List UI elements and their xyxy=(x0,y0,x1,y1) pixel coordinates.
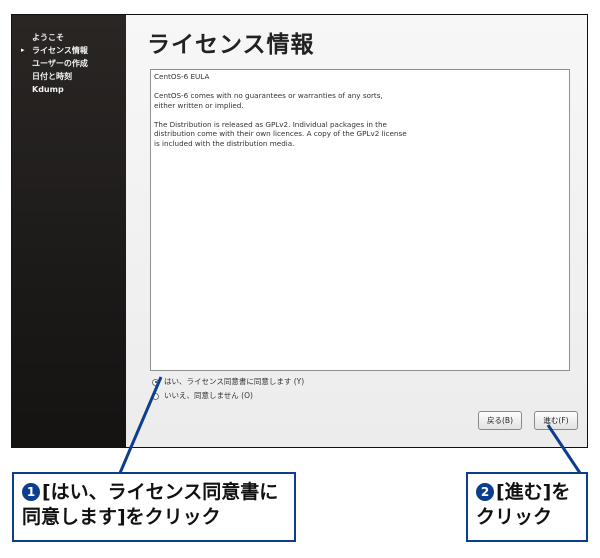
sidebar-item-date-time: 日付と時刻 xyxy=(32,72,72,81)
license-paragraph: CentOS-6 comes with no guarantees or war… xyxy=(154,91,383,110)
license-text-area[interactable]: CentOS-6 EULA CentOS-6 comes with no gua… xyxy=(150,69,570,371)
disagree-radio-option[interactable]: いいえ、同意しません (O) xyxy=(152,390,253,402)
agree-radio-option[interactable]: はい、ライセンス同意書に同意します (Y) xyxy=(152,376,304,388)
sidebar-item-license: ▸ ライセンス情報 xyxy=(21,46,88,55)
step-number-badge: 2 xyxy=(476,483,494,501)
agree-radio-label: はい、ライセンス同意書に同意します (Y) xyxy=(164,377,305,386)
callout-step-1: 1 [はい、ライセンス同意書に 同意します]をクリック xyxy=(12,472,296,542)
back-button[interactable]: 戻る(B) xyxy=(478,411,522,430)
forward-button[interactable]: 進む(F) xyxy=(534,411,578,430)
main-panel: ライセンス情報 CentOS-6 EULA CentOS-6 comes wit… xyxy=(126,15,587,447)
step-number-badge: 1 xyxy=(22,483,40,501)
sidebar-steps: ようこそ ▸ ライセンス情報 ユーザーの作成 日付と時刻 Kdump xyxy=(19,31,88,96)
sidebar: ようこそ ▸ ライセンス情報 ユーザーの作成 日付と時刻 Kdump xyxy=(12,15,126,447)
installer-window: ようこそ ▸ ライセンス情報 ユーザーの作成 日付と時刻 Kdump ライセンス情… xyxy=(11,14,588,448)
license-paragraph: CentOS-6 EULA xyxy=(154,72,210,81)
callout-step-2: 2 [進む]を クリック xyxy=(466,472,588,542)
disagree-radio-button[interactable] xyxy=(152,392,159,400)
disagree-radio-label: いいえ、同意しません (O) xyxy=(164,391,253,400)
page-title: ライセンス情報 xyxy=(147,32,315,58)
sidebar-item-welcome: ようこそ xyxy=(32,33,64,42)
agree-radio-button[interactable] xyxy=(152,378,159,386)
sidebar-item-create-user: ユーザーの作成 xyxy=(32,59,88,68)
current-step-arrow-icon: ▸ xyxy=(21,46,25,54)
license-paragraph: The Distribution is released as GPLv2. I… xyxy=(154,119,407,148)
sidebar-item-kdump: Kdump xyxy=(32,85,64,94)
